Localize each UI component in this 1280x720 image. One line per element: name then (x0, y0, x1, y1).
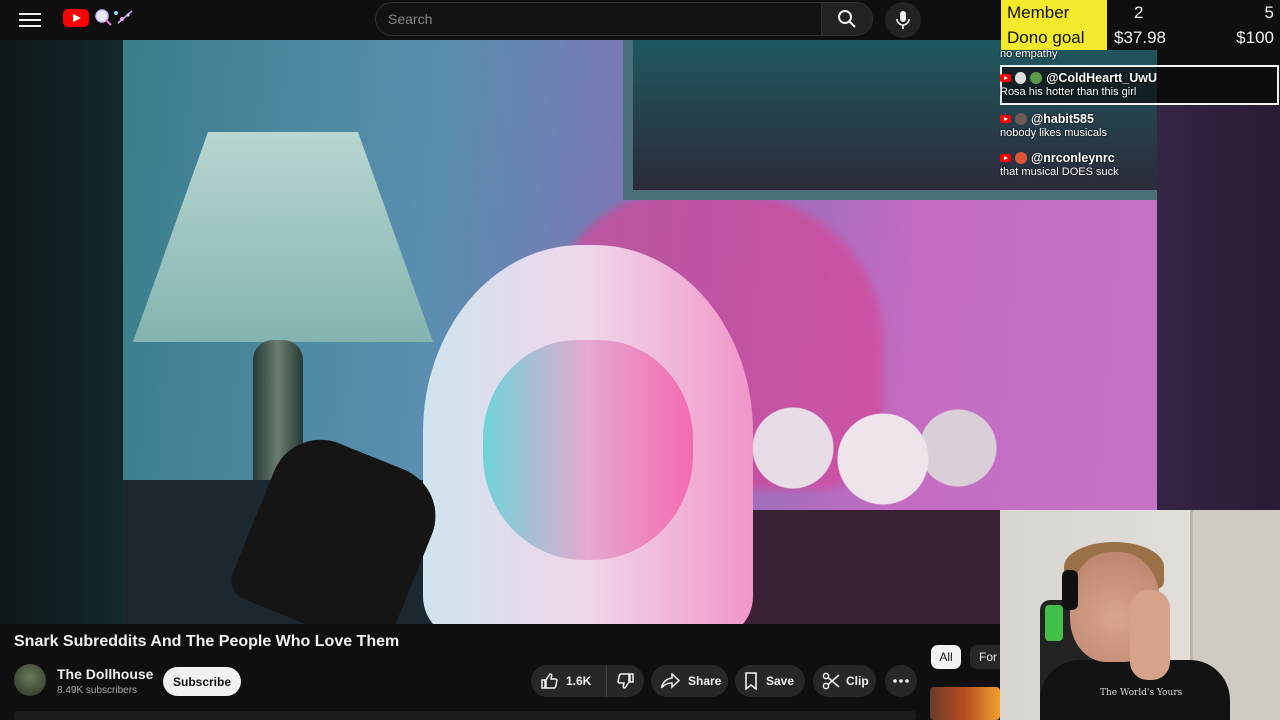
clip-label: Clip (846, 674, 869, 688)
chat-text: that musical DOES suck (1000, 166, 1119, 178)
chip-all[interactable]: All (931, 645, 961, 669)
more-actions-button[interactable] (885, 665, 917, 697)
channel-name[interactable]: The Dollhouse (57, 666, 153, 682)
dono-goal-label: Dono goal (1001, 25, 1107, 50)
dono-goal-target: $100 (1236, 28, 1274, 47)
dono-goal-row: Dono goal $37.98 $100 (1001, 25, 1280, 50)
chat-author: @nrconleynrc (1031, 151, 1115, 165)
search-button[interactable] (821, 2, 873, 36)
share-arrow-icon (660, 673, 680, 689)
description-bar[interactable] (14, 711, 916, 720)
chat-message: @habit585 nobody likes musicals (1000, 111, 1157, 139)
chat-overlay: no empathy @ColdHeartt_UwU Rosa his hott… (1000, 48, 1157, 188)
member-goal-current: 2 (1134, 3, 1144, 22)
streamer-face (483, 340, 693, 560)
right-background-strip (1157, 104, 1280, 510)
microphone-icon (896, 11, 910, 29)
goals-overlay: Member Goal 2 5 Dono goal $37.98 $100 (1001, 0, 1280, 50)
sparkle-magnifier-icon (95, 9, 133, 26)
streamer-hand (1130, 590, 1170, 680)
more-dots-icon (893, 679, 909, 683)
webcam-overlay: The World's Yours (1000, 510, 1280, 720)
chat-author: @ColdHeartt_UwU (1046, 71, 1157, 85)
share-button[interactable]: Share (651, 665, 728, 697)
member-goal-row: Member Goal 2 5 (1001, 0, 1280, 47)
member-goal-label: Member Goal (1001, 0, 1107, 47)
search-icon (838, 10, 856, 28)
user-avatar-icon (1015, 113, 1027, 125)
like-count: 1.6K (566, 674, 592, 688)
chat-text: no empathy (1000, 48, 1058, 60)
save-label: Save (766, 674, 795, 688)
chat-text: Rosa his hotter than this girl (1000, 86, 1137, 98)
user-avatar-icon (1014, 72, 1027, 84)
user-badge-icon (1030, 72, 1043, 84)
hamburger-menu-icon[interactable] (19, 10, 41, 30)
subscribe-button[interactable]: Subscribe (163, 667, 241, 696)
video-title: Snark Subreddits And The People Who Love… (14, 633, 400, 650)
chair-accent (1045, 605, 1063, 641)
recommended-video-thumbnail[interactable] (930, 687, 1000, 720)
headset-icon (1062, 570, 1078, 610)
subscriber-count: 8.49K subscribers (57, 685, 138, 696)
clip-button[interactable]: Clip (813, 665, 876, 697)
chat-message: no empathy (1000, 48, 1157, 60)
dono-goal-current: $37.98 (1114, 28, 1166, 47)
channel-avatar[interactable] (14, 664, 46, 696)
chat-author: @habit585 (1031, 112, 1094, 126)
like-button[interactable]: 1.6K (531, 665, 607, 697)
member-goal-target: 5 (1264, 3, 1274, 22)
thumbs-down-icon (616, 673, 634, 689)
share-label: Share (688, 674, 722, 688)
youtube-badge-icon (1000, 115, 1011, 123)
save-button[interactable]: Save (735, 665, 805, 697)
left-background-strip (0, 40, 123, 624)
chat-text: nobody likes musicals (1000, 127, 1107, 139)
user-avatar-icon (1015, 152, 1027, 164)
chat-message: @ColdHeartt_UwU Rosa his hotter than thi… (1000, 70, 1157, 98)
youtube-badge-icon (1000, 154, 1011, 162)
youtube-logo-icon[interactable] (63, 9, 89, 27)
search-input[interactable] (376, 3, 820, 35)
shirt-text: The World's Yours (1100, 688, 1183, 698)
scissors-icon (822, 672, 840, 690)
lamp-shade (133, 132, 433, 342)
dislike-button[interactable] (607, 665, 644, 697)
like-dislike-group: 1.6K (531, 665, 644, 697)
top-bar (0, 0, 1000, 40)
voice-search-button[interactable] (885, 2, 921, 38)
youtube-badge-icon (1000, 74, 1011, 82)
search-box[interactable] (375, 2, 821, 36)
thumbs-up-icon (541, 673, 558, 689)
chat-message: @nrconleynrc that musical DOES suck (1000, 150, 1157, 178)
bookmark-icon (745, 672, 757, 690)
